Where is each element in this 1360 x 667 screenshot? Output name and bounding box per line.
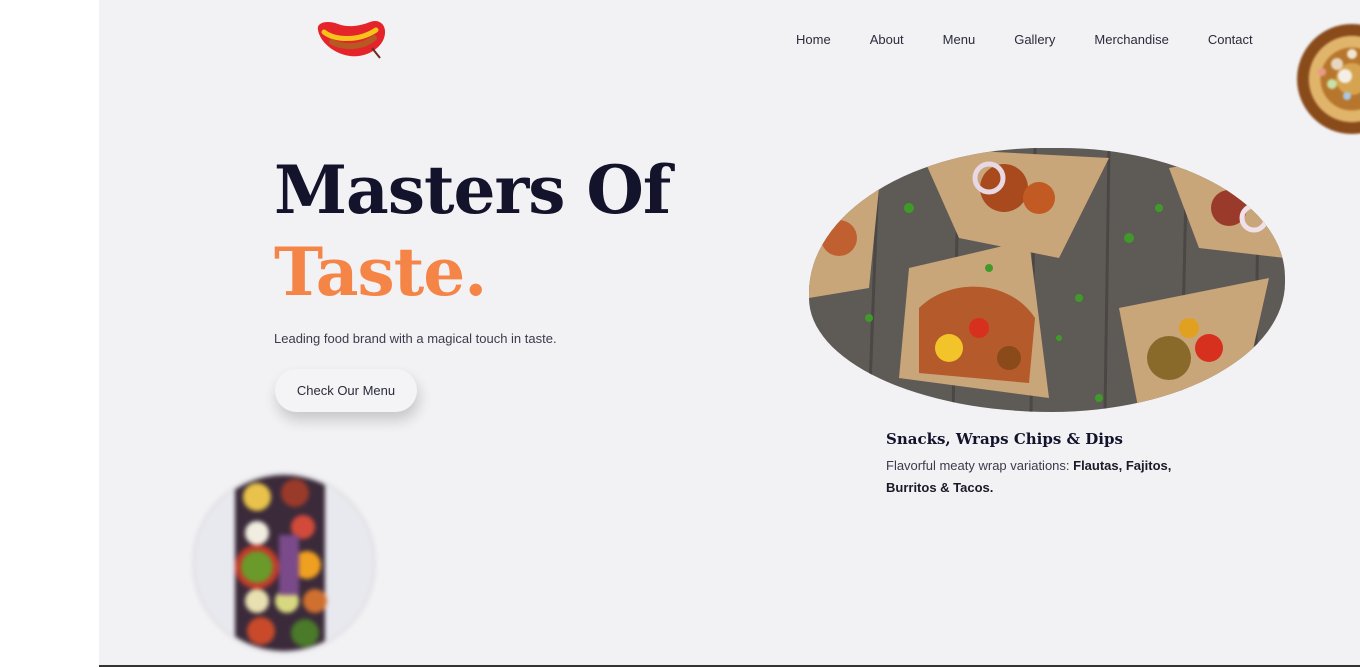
nav-contact[interactable]: Contact (1208, 32, 1253, 48)
hero-title-accent-text: Taste. (274, 233, 487, 311)
nav-about[interactable]: About (870, 32, 904, 48)
corner-dish-image (1297, 24, 1360, 134)
page-background: Home About Menu Gallery Merchandise Cont… (99, 0, 1360, 665)
check-menu-button[interactable]: Check Our Menu (275, 369, 417, 412)
feature-desc-prefix: Flavorful meaty wrap variations: (886, 458, 1074, 473)
feature-title: Snacks, Wraps Chips & Dips (886, 430, 1123, 448)
hero-title: Masters Of (274, 151, 671, 229)
nav-menu[interactable]: Menu (943, 32, 976, 48)
feature-desc-bold-2: Burritos & Tacos. (886, 480, 994, 495)
nav-home[interactable]: Home (796, 32, 831, 48)
platter-image (195, 475, 373, 651)
wraps-food-image (809, 148, 1285, 412)
nav-merchandise[interactable]: Merchandise (1094, 32, 1168, 48)
feature-desc-bold-1: Flautas, Fajitos, (1073, 458, 1172, 473)
main-nav: Home About Menu Gallery Merchandise Cont… (796, 32, 1253, 48)
hotdog-logo-icon[interactable] (314, 18, 390, 60)
hero-title-accent: Taste. (274, 232, 487, 312)
hero-subtitle: Leading food brand with a magical touch … (274, 331, 557, 346)
feature-description: Flavorful meaty wrap variations: Flautas… (886, 455, 1206, 499)
nav-gallery[interactable]: Gallery (1014, 32, 1055, 48)
